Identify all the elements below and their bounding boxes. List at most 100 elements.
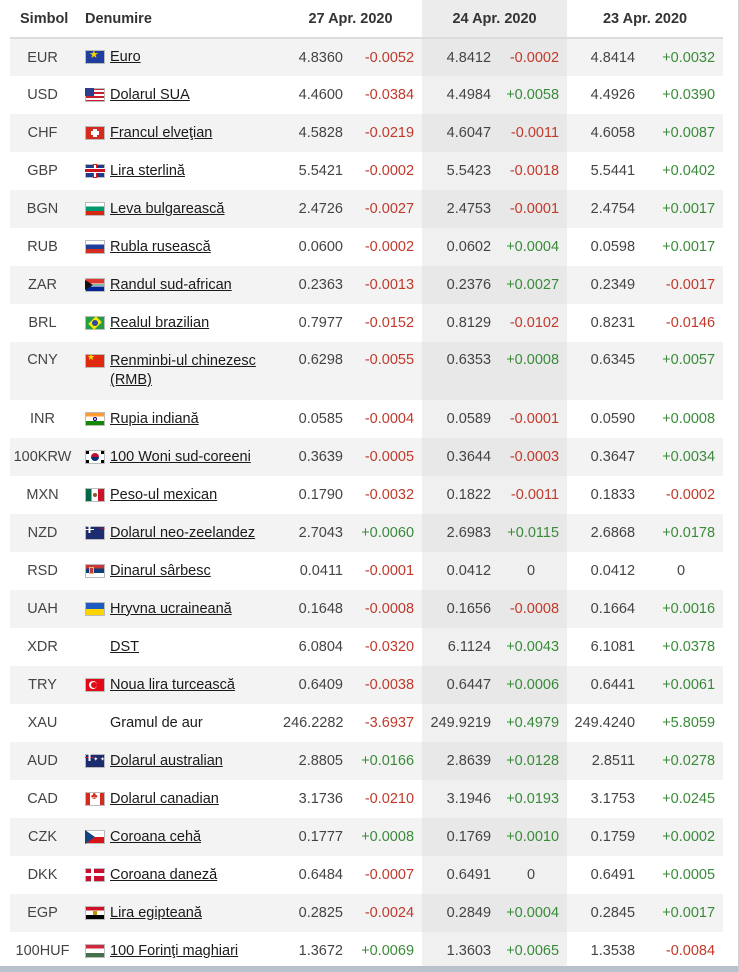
horizontal-scrollbar[interactable] [0,966,738,972]
currency-link[interactable]: Dolarul neo-zeelandez [110,524,255,543]
currency-link[interactable]: Realul brazilian [110,314,209,333]
rate-change: -0.0032 [351,476,423,514]
rate-change: +0.0402 [643,152,724,190]
currency-cell: Realul brazilian [79,304,279,342]
rate-value: 1.3672 [279,932,351,970]
currency-cell: Dolarul canadian [79,780,279,818]
rate-value: 0.8129 [422,304,500,342]
rate-value: 0.1648 [279,590,351,628]
rate-change: -0.0001 [499,400,568,438]
rate-change: -0.0018 [499,152,568,190]
header-date-3[interactable]: 23 Apr. 2020 [567,0,724,39]
currency-link[interactable]: Dolarul SUA [110,86,190,105]
rate-change: +0.0002 [643,818,724,856]
rate-change: -0.0007 [351,856,423,894]
rate-change: +0.0005 [643,856,724,894]
rate-value: 0.2349 [567,266,644,304]
table-row: UAH Hryvna ucraineană 0.1648 -0.0008 0.1656-… [10,590,724,628]
rate-value: 0.1759 [567,818,644,856]
mx-flag-icon [85,487,105,502]
currency-cell: Peso-ul mexican [79,476,279,514]
rate-value: 0.3647 [567,438,644,476]
rate-value: 0.6345 [567,342,644,400]
currency-link[interactable]: Dolarul canadian [110,790,219,809]
currency-link[interactable]: Coroana cehă [110,828,201,847]
rate-change: +0.0017 [643,228,724,266]
bg-flag-icon [85,201,105,216]
rate-change: +0.4979 [499,704,568,742]
currency-link[interactable]: Dolarul australian [110,752,223,771]
currency-link[interactable]: 100 Forinţi maghiari [110,942,238,961]
header-name[interactable]: Denumire [79,0,279,39]
currency-cell: DST [79,628,279,666]
currency-symbol: CHF [10,114,79,152]
currency-symbol: XDR [10,628,79,666]
rate-value: 0.0412 [567,552,644,590]
currency-link[interactable]: Hryvna ucraineană [110,600,232,619]
rate-change: +0.0027 [499,266,568,304]
table-row: RSD Dinarul sârbesc 0.0411 -0.0001 0.0412 0 0.… [10,552,724,590]
rate-value: 0.3639 [279,438,351,476]
currency-link[interactable]: Renminbi-ul chinezesc (RMB) [110,352,275,390]
header-symbol[interactable]: Simbol [10,0,79,39]
rate-value: 0.2845 [567,894,644,932]
currency-cell: 100 Forinţi maghiari [79,932,279,970]
currency-link[interactable]: Dinarul sârbesc [110,562,211,581]
currency-symbol: UAH [10,590,79,628]
table-row: BRL Realul brazilian 0.7977 -0.0152 0.8129 -0… [10,304,724,342]
rate-change: +0.0017 [643,190,724,228]
rate-change: -0.0384 [351,76,423,114]
ru-flag-icon [85,239,105,254]
rate-change: +0.0069 [351,932,423,970]
table-row: CZK Coroana cehă 0.1777 +0.0008 0.1769 +0.001… [10,818,724,856]
table-row: MXN Peso-ul mexican 0.1790 -0.0032 0.1822 -0.… [10,476,724,514]
rate-change: -0.0052 [351,38,423,76]
currency-link[interactable]: Francul elveţian [110,124,212,143]
currency-link[interactable]: Randul sud-african [110,276,232,295]
table-row: 100HUF 100 Forinţi maghiari 1.3672 +0.0069 1… [10,932,724,970]
currency-link[interactable]: Noua lira turcească [110,676,235,695]
rate-change: +0.0010 [499,818,568,856]
currency-link[interactable]: Rubla rusească [110,238,211,257]
rate-value: 0.6298 [279,342,351,400]
rate-value: 0.0598 [567,228,644,266]
header-date-2[interactable]: 24 Apr. 2020 [422,0,568,39]
rate-value: 2.6868 [567,514,644,552]
currency-link[interactable]: Lira sterlină [110,162,185,181]
rate-change: +0.0178 [643,514,724,552]
currency-link[interactable]: Peso-ul mexican [110,486,217,505]
rate-change: +0.0128 [499,742,568,780]
rate-value: 5.5421 [279,152,351,190]
currency-link[interactable]: 100 Woni sud-coreeni [110,448,251,467]
rate-value: 3.1946 [422,780,500,818]
table-row: CADDolarul canadian3.1736-0.02103.1946+0… [10,780,724,818]
empty-flag-icon [85,640,105,654]
rate-change: +0.0278 [643,742,724,780]
currency-cell: Rubla rusească [79,228,279,266]
gb-flag-icon [85,163,105,178]
currency-cell: Hryvna ucraineană [79,590,279,628]
br-flag-icon [85,315,105,330]
currency-link[interactable]: Euro [110,48,141,67]
currency-symbol: MXN [10,476,79,514]
rate-value: 0.1777 [279,818,351,856]
table-header: Simbol Denumire 27 Apr. 2020 24 Apr. 202… [10,0,724,39]
us-flag-icon [85,87,105,102]
currency-cell: Rupia indiană [79,400,279,438]
header-date-1[interactable]: 27 Apr. 2020 [279,0,423,39]
exchange-rates-page: Simbol Denumire 27 Apr. 2020 24 Apr. 202… [0,0,739,972]
currency-link[interactable]: Rupia indiană [110,410,199,429]
rate-value: 2.4753 [422,190,500,228]
currency-link[interactable]: Coroana daneză [110,866,217,885]
rate-change: -0.0013 [351,266,423,304]
rate-value: 0.0589 [422,400,500,438]
rate-value: 0.2825 [279,894,351,932]
currency-link[interactable]: Lira egipteană [110,904,202,923]
rate-value: 5.5441 [567,152,644,190]
currency-link[interactable]: DST [110,638,139,657]
tr-flag-icon [85,677,105,692]
rate-change: -0.0055 [351,342,423,400]
currency-cell: Dolarul neo-zeelandez [79,514,279,552]
rate-change: +0.0065 [499,932,568,970]
currency-link[interactable]: Leva bulgarească [110,200,224,219]
